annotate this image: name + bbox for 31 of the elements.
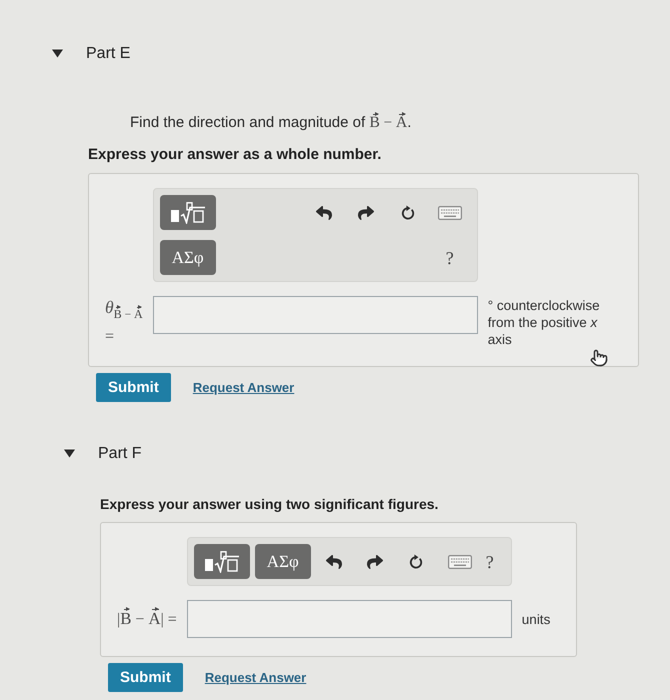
redo-icon[interactable]: [366, 554, 384, 570]
help-button[interactable]: ?: [446, 248, 454, 268]
units-text: ° counterclockwise from the positive x axis: [488, 296, 601, 348]
symbols-button[interactable]: ΑΣφ: [160, 240, 216, 275]
instruction-text: Express your answer as a whole number.: [88, 146, 382, 164]
answer-label: |B − A| =: [117, 608, 177, 630]
hand-cursor-icon: [590, 349, 608, 367]
undo-icon[interactable]: [324, 554, 343, 570]
symbols-button[interactable]: ΑΣφ: [254, 544, 311, 580]
templates-button[interactable]: [160, 195, 216, 230]
templates-button[interactable]: [194, 544, 250, 580]
submit-button[interactable]: Submit: [96, 373, 171, 402]
help-button[interactable]: ?: [486, 552, 494, 572]
submit-button[interactable]: Submit: [108, 663, 183, 692]
template-icon: [204, 550, 240, 573]
redo-icon[interactable]: [356, 204, 375, 220]
request-answer-link[interactable]: Request Answer: [204, 670, 306, 686]
part-title[interactable]: Part E: [86, 44, 130, 62]
caret-down-icon[interactable]: [52, 49, 63, 58]
answer-field[interactable]: [152, 296, 478, 334]
caret-down-icon[interactable]: [64, 449, 75, 458]
question-text: Find the direction and magnitude of B − A.: [130, 113, 412, 133]
instruction-text: Express your answer using two significant figures.: [100, 495, 440, 514]
request-answer-link[interactable]: Request Answer: [192, 380, 294, 396]
units-text: units: [522, 610, 550, 628]
keyboard-icon[interactable]: [438, 206, 462, 220]
undo-icon[interactable]: [314, 204, 333, 220]
template-icon: [170, 202, 206, 224]
part-title[interactable]: Part F: [98, 444, 142, 463]
keyboard-icon[interactable]: [448, 554, 472, 569]
answer-field[interactable]: [186, 600, 512, 638]
